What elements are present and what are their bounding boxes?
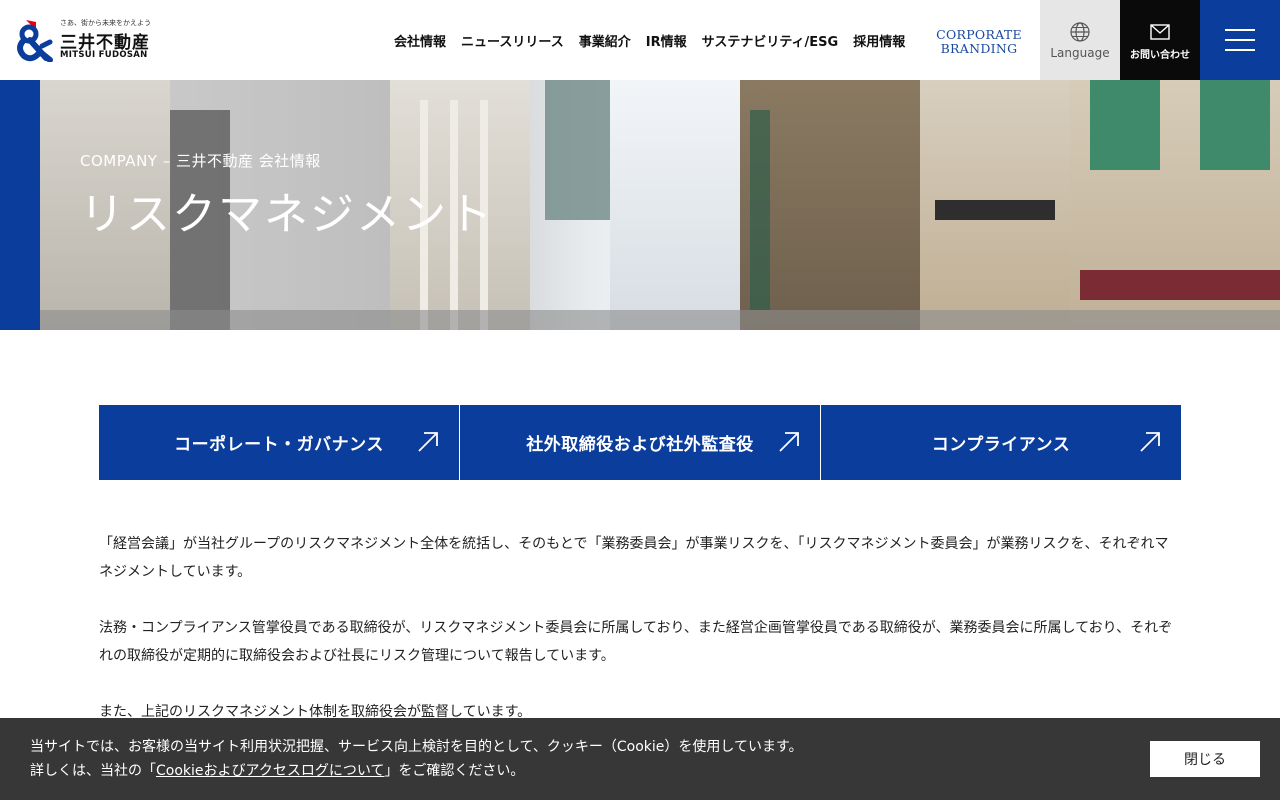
nav-item-news[interactable]: ニュースリリース [461,31,564,50]
contact-button[interactable]: お問い合わせ [1120,0,1200,80]
arrow-up-right-icon [779,432,799,452]
corporate-branding-link[interactable]: CORPORATE BRANDING [936,28,1022,56]
cookie-policy-link[interactable]: Cookieおよびアクセスログについて [156,763,384,779]
nav-item-ir[interactable]: IR情報 [646,31,687,50]
nav-item-sustainability[interactable]: サステナビリティ/ESG [702,31,839,50]
contact-label: お問い合わせ [1130,50,1190,61]
cookie-line2-prefix: 詳しくは、当社の「 [30,763,156,779]
content-paragraph: 「経営会議」が当社グループのリスクマネジメント全体を統括し、そのもとで「業務委員… [99,536,1169,580]
mail-icon [1150,24,1170,40]
globe-icon [1070,22,1090,42]
related-links: コーポレート・ガバナンス 社外取締役および社外監査役 コンプライアンス [99,405,1181,480]
cookie-line1: 当サイトでは、お客様の当サイト利用状況把握、サービス向上検討を目的として、クッキ… [30,739,803,755]
hamburger-line-icon [1225,39,1255,41]
link-label: コンプライアンス [931,435,1071,455]
nav-item-company[interactable]: 会社情報 [394,31,446,50]
arrow-up-right-icon [418,432,438,452]
logo-tagline: さあ、街から未来をかえよう [60,19,151,27]
cookie-line2-suffix: 」をご確認ください。 [384,763,525,779]
cookie-text: 当サイトでは、お客様の当サイト利用状況把握、サービス向上検討を目的として、クッキ… [30,735,803,783]
language-button[interactable]: Language [1040,0,1120,80]
hero-section: COMPANY – 三井不動産 会社情報 リスクマネジメント [0,80,1280,330]
branding-line2: BRANDING [940,41,1018,56]
hero-subtitle: COMPANY – 三井不動産 会社情報 [80,152,321,170]
site-logo[interactable]: さあ、街から未来をかえよう 三井不動産 MITSUI FUDOSAN [16,18,161,62]
link-label: コーポレート・ガバナンス [174,435,384,455]
nav-item-recruit[interactable]: 採用情報 [853,31,905,50]
link-outside-directors[interactable]: 社外取締役および社外監査役 [459,405,820,480]
language-label: Language [1050,46,1110,60]
hero-accent-bar [0,80,40,330]
mitsui-ampersand-logo-icon [17,20,53,62]
logo-name-en: MITSUI FUDOSAN [60,50,148,60]
branding-line1: CORPORATE [936,27,1022,42]
link-label: 社外取締役および社外監査役 [526,435,754,455]
link-corporate-governance[interactable]: コーポレート・ガバナンス [99,405,459,480]
cookie-banner: 当サイトでは、お客様の当サイト利用状況把握、サービス向上検討を目的として、クッキ… [0,718,1280,800]
cookie-close-button[interactable]: 閉じる [1150,741,1260,777]
hamburger-line-icon [1225,49,1255,51]
nav-item-business[interactable]: 事業紹介 [579,31,631,50]
hamburger-menu-button[interactable] [1200,0,1280,80]
link-compliance[interactable]: コンプライアンス [820,405,1181,480]
global-nav: 会社情報 ニュースリリース 事業紹介 IR情報 サステナビリティ/ESG 採用情… [394,31,920,50]
hamburger-line-icon [1225,29,1255,31]
site-header: さあ、街から未来をかえよう 三井不動産 MITSUI FUDOSAN 会社情報 … [0,0,1280,80]
content-paragraph: 法務・コンプライアンス管掌役員である取締役が、リスクマネジメント委員会に所属して… [99,620,1173,664]
page-title: リスクマネジメント [80,189,494,240]
cookie-line2: 詳しくは、当社の「Cookieおよびアクセスログについて」をご確認ください。 [30,759,803,783]
arrow-up-right-icon [1140,432,1160,452]
